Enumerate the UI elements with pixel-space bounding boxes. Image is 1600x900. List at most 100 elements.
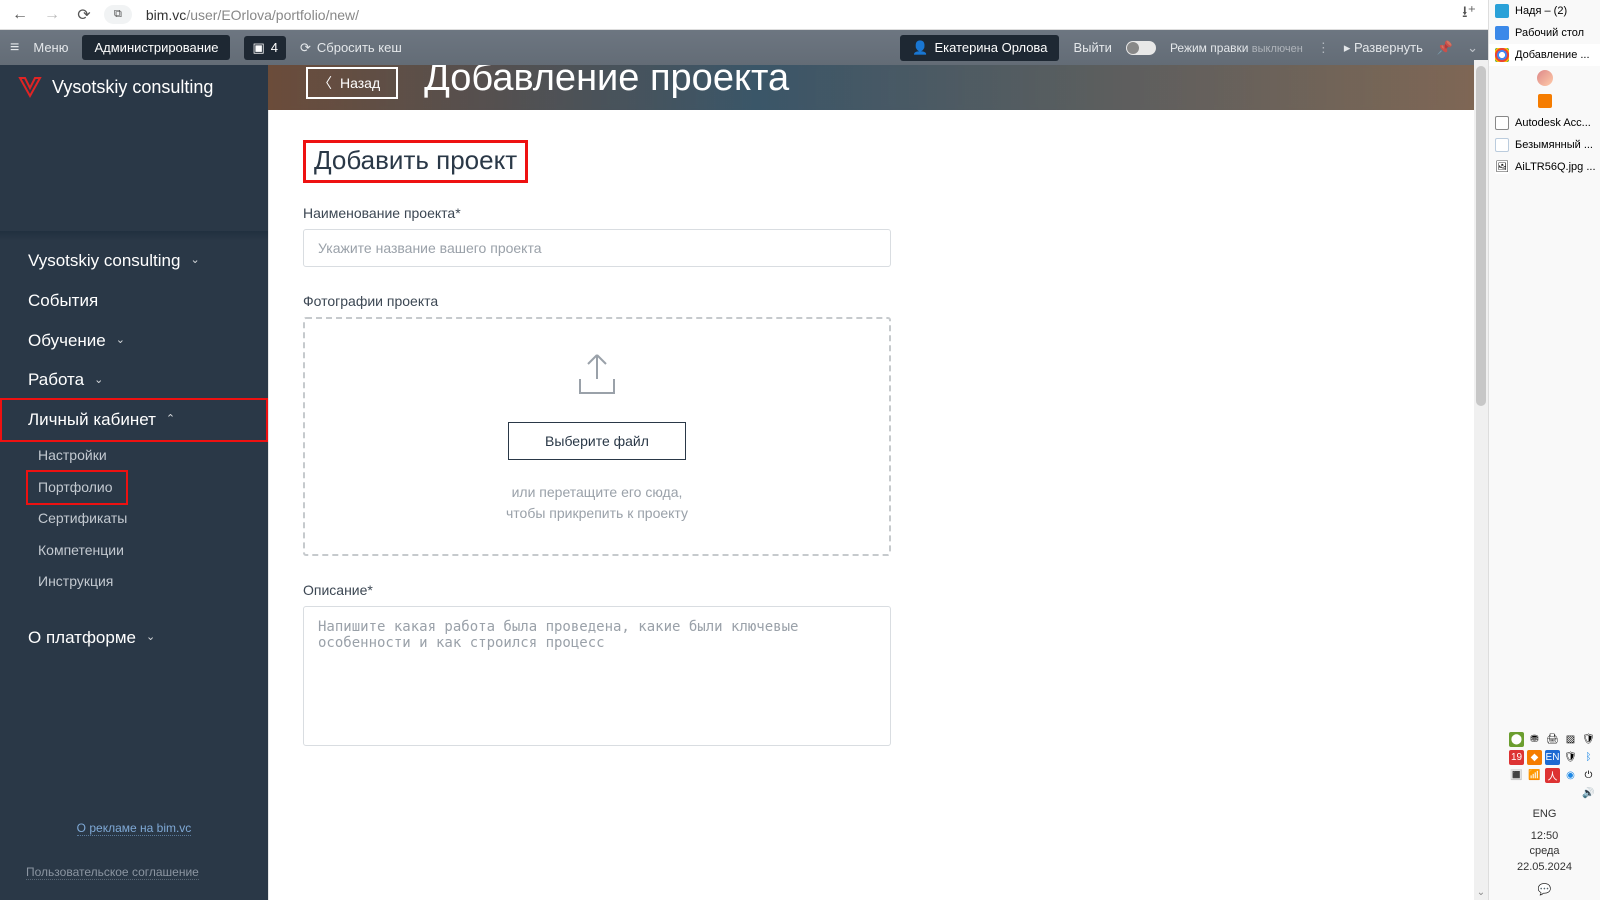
side-tab[interactable] <box>1489 66 1600 90</box>
tray-icon[interactable]: ⏻ <box>1581 768 1596 783</box>
side-tab[interactable]: Безымянный ... <box>1489 134 1600 156</box>
tray-icon[interactable]: ◉ <box>1563 768 1578 783</box>
volume-icon[interactable]: 🔊 <box>1581 786 1596 801</box>
page-title: Добавление проекта <box>424 65 789 97</box>
notifications-badge[interactable]: ▣4 <box>244 36 286 60</box>
lang-indicator: ENG <box>1489 807 1600 822</box>
tray-icon[interactable]: 🖨 <box>1545 732 1560 747</box>
refresh-icon: ⟳ <box>300 40 311 56</box>
chrome-icon <box>1495 48 1509 62</box>
nav-settings[interactable]: Настройки <box>0 440 268 472</box>
nav-training[interactable]: Обучение⌄ <box>0 321 268 361</box>
tray-icon[interactable]: 🛡 <box>1581 732 1596 747</box>
app-icon <box>1538 94 1552 108</box>
expand-link[interactable]: ▸ Развернуть <box>1344 40 1423 56</box>
nav-instruction[interactable]: Инструкция <box>0 566 268 598</box>
reset-cache-button[interactable]: ⟳Сбросить кеш <box>300 40 402 56</box>
administration-button[interactable]: Администрирование <box>82 35 230 60</box>
chevron-down-icon: ⌄ <box>94 373 103 388</box>
upload-icon <box>325 349 869 404</box>
desktop-icon <box>1495 26 1509 40</box>
tray-icon[interactable]: EN <box>1545 750 1560 765</box>
choose-file-button[interactable]: Выберите файл <box>508 422 686 460</box>
system-tray: ⬤ ⛃ 🖨 ▨ 🛡 19 ◆ EN 🛡 ᛒ 🔳 📶 人 ◉ ⏻ 🔊 <box>1489 730 1600 803</box>
browser-toolbar: ← → ⟳ ⧉ bim.vc/user/EOrlova/portfolio/ne… <box>0 0 1600 30</box>
left-navigation: Vysotskiy consulting Vysotskiy consultin… <box>0 65 268 900</box>
telegram-icon <box>1495 4 1509 18</box>
drag-hint: или перетащите его сюда,чтобы прикрепить… <box>325 482 869 524</box>
nav-portfolio[interactable]: Портфолио <box>0 472 268 504</box>
reload-icon[interactable]: ⟳ <box>72 3 96 27</box>
chevron-left-icon: 〈 <box>318 73 332 93</box>
side-tab[interactable] <box>1489 90 1600 112</box>
chevron-down-icon: ⌄ <box>146 630 155 645</box>
tray-icon[interactable]: 人 <box>1545 768 1560 783</box>
nav-account[interactable]: Личный кабинет⌃ <box>0 400 268 440</box>
nav-events[interactable]: События <box>0 281 268 321</box>
brand-text: Vysotskiy consulting <box>52 77 213 98</box>
logout-link[interactable]: Выйти <box>1073 40 1112 55</box>
bluetooth-icon[interactable]: ᛒ <box>1581 750 1596 765</box>
clock-area[interactable]: ENG 12:50 среда 22.05.2024 <box>1489 803 1600 879</box>
image-icon: 🖼 <box>1495 160 1509 174</box>
chevron-down-icon: ⌄ <box>116 333 125 348</box>
chevron-down-icon[interactable]: ⌄ <box>1467 40 1478 56</box>
tray-icon[interactable]: 19 <box>1509 750 1524 765</box>
edit-mode-label: Режим правки выключен <box>1170 41 1303 55</box>
nav-certificates[interactable]: Сертификаты <box>0 503 268 535</box>
back-icon[interactable]: ← <box>8 3 32 27</box>
brand[interactable]: Vysotskiy consulting <box>0 65 268 111</box>
edit-mode-toggle[interactable] <box>1126 41 1156 55</box>
side-tab[interactable]: Autodesk Acc... <box>1489 112 1600 134</box>
form-heading: Добавить проект <box>303 140 528 183</box>
nav-vysotskiy[interactable]: Vysotskiy consulting⌄ <box>0 241 268 281</box>
menu-label[interactable]: Меню <box>33 40 68 55</box>
nav-work[interactable]: Работа⌄ <box>0 360 268 400</box>
vertical-scrollbar[interactable]: ⌄ <box>1474 60 1488 900</box>
user-agreement-link[interactable]: Пользовательское соглашение <box>26 865 199 880</box>
wifi-icon[interactable]: 📶 <box>1527 768 1542 783</box>
chevron-up-icon: ⌃ <box>166 412 175 427</box>
tray-icon[interactable]: ▨ <box>1563 732 1578 747</box>
notifications-icon[interactable]: 💬 <box>1489 879 1600 900</box>
admin-toolbar: ≡ Меню Администрирование ▣4 ⟳Сбросить ке… <box>0 30 1488 65</box>
user-icon: 👤 <box>912 40 928 56</box>
side-tab[interactable]: Надя – (2) <box>1489 0 1600 22</box>
divider: ⋮ <box>1317 40 1330 56</box>
description-textarea[interactable] <box>303 606 891 746</box>
side-tab[interactable]: Рабочий стол <box>1489 22 1600 44</box>
date: 22.05.2024 <box>1489 860 1600 875</box>
tray-icon[interactable]: 🔳 <box>1509 768 1524 783</box>
bell-icon: ▣ <box>252 40 264 56</box>
scroll-down-icon[interactable]: ⌄ <box>1474 887 1488 898</box>
scrollbar-thumb[interactable] <box>1476 66 1486 406</box>
project-name-input[interactable] <box>303 229 891 267</box>
back-button[interactable]: 〈Назад <box>306 67 398 99</box>
main-content: 〈Назад Добавление проекта Добавить проек… <box>268 65 1488 900</box>
side-tab[interactable]: Добавление ... <box>1489 44 1600 66</box>
user-menu[interactable]: 👤Екатерина Орлова <box>900 35 1059 61</box>
install-icon[interactable]: ⭳⁺ <box>1462 1 1476 28</box>
avatar-icon <box>1537 70 1553 86</box>
upload-dropzone[interactable]: Выберите файл или перетащите его сюда,чт… <box>303 317 891 556</box>
nav-about[interactable]: О платформе⌄ <box>0 618 268 658</box>
chevron-down-icon: ⌄ <box>190 253 199 268</box>
autodesk-icon <box>1495 116 1509 130</box>
logo-icon <box>18 75 42 99</box>
weekday: среда <box>1489 844 1600 859</box>
side-tab[interactable]: 🖼AiLTR56Q.jpg ... <box>1489 156 1600 178</box>
right-side-panel: Надя – (2) Рабочий стол Добавление ... A… <box>1488 0 1600 900</box>
forward-icon[interactable]: → <box>40 3 64 27</box>
ad-link[interactable]: О рекламе на bim.vc <box>77 821 192 836</box>
nav-competencies[interactable]: Компетенции <box>0 535 268 567</box>
address-bar[interactable]: bim.vc/user/EOrlova/portfolio/new/ <box>140 7 1454 23</box>
hamburger-icon[interactable]: ≡ <box>10 39 19 57</box>
description-label: Описание* <box>303 582 1454 598</box>
tray-icon[interactable]: ⛃ <box>1527 732 1542 747</box>
name-label: Наименование проекта* <box>303 205 1454 221</box>
site-info-chip[interactable]: ⧉ <box>104 5 132 24</box>
pin-icon[interactable]: 📌 <box>1437 40 1453 56</box>
tray-icon[interactable]: ◆ <box>1527 750 1542 765</box>
tray-icon[interactable]: 🛡 <box>1563 750 1578 765</box>
tray-icon[interactable]: ⬤ <box>1509 732 1524 747</box>
